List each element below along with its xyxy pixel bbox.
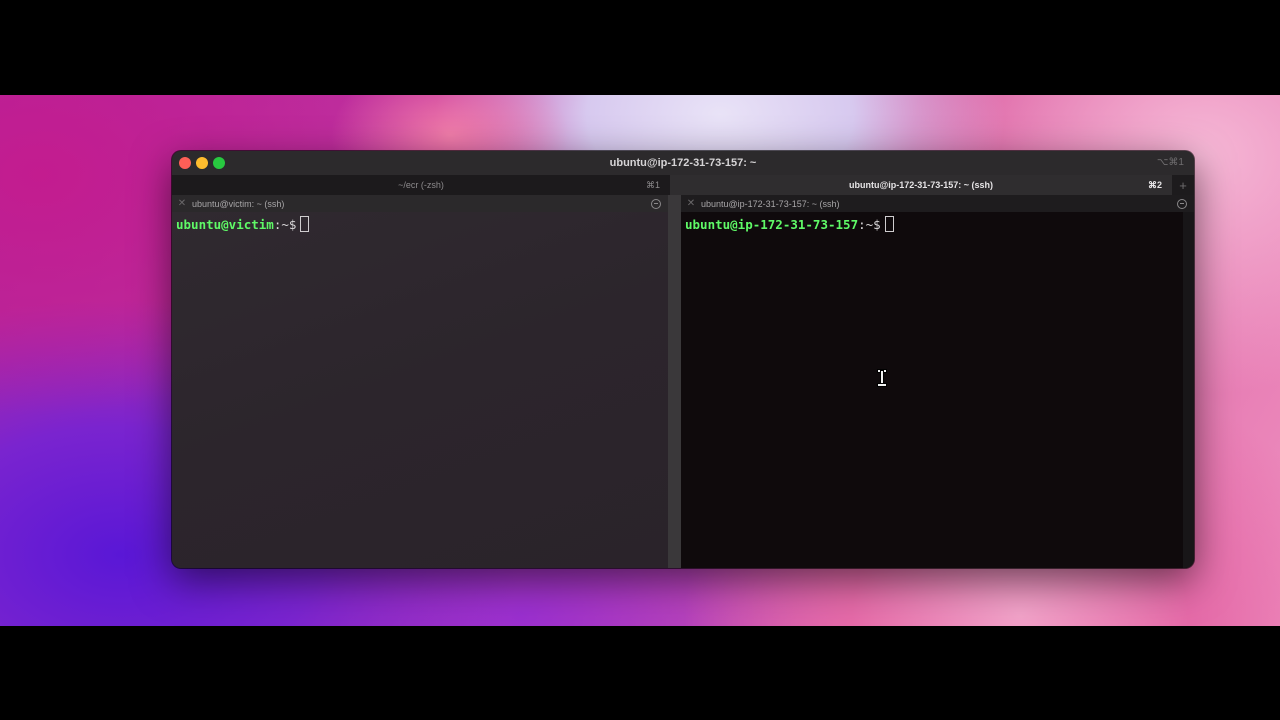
terminal-cursor <box>884 216 894 232</box>
title-bar[interactable]: ubuntu@ip-172-31-73-157: ~ ⌥⌘1 <box>172 151 1194 175</box>
pane-menu-icon[interactable] <box>651 198 661 209</box>
tab-bar: ~/ecr (-zsh) ⌘1 ubuntu@ip-172-31-73-157:… <box>172 175 1194 195</box>
new-tab-button[interactable]: + <box>1172 175 1194 195</box>
prompt-suffix: :~$ <box>273 216 297 232</box>
pane-scrollbar[interactable] <box>1183 212 1194 568</box>
prompt-user-host: ubuntu@ip-172-31-73-157 <box>685 216 859 232</box>
close-window-button[interactable] <box>179 157 191 169</box>
window-title: ubuntu@ip-172-31-73-157: ~ <box>609 157 757 169</box>
tab-label: ubuntu@ip-172-31-73-157: ~ (ssh) <box>848 180 994 190</box>
terminal-cursor <box>300 216 310 232</box>
tab-label: ~/ecr (-zsh) <box>398 180 444 190</box>
letterbox-top <box>0 0 1280 95</box>
split-pane-left[interactable]: ✕ ubuntu@victim: ~ (ssh) ubuntu@victim:~… <box>172 195 668 568</box>
traffic-lights <box>179 157 225 169</box>
pane-header: ✕ ubuntu@victim: ~ (ssh) <box>172 195 668 212</box>
pane-title: ubuntu@ip-172-31-73-157: ~ (ssh) <box>701 198 840 209</box>
close-pane-icon[interactable]: ✕ <box>681 198 701 209</box>
terminal-window: ubuntu@ip-172-31-73-157: ~ ⌥⌘1 ~/ecr (-z… <box>172 151 1194 568</box>
pane-header: ✕ ubuntu@ip-172-31-73-157: ~ (ssh) <box>681 195 1194 212</box>
shell-prompt[interactable]: ubuntu@victim:~$ <box>176 216 310 232</box>
close-pane-icon[interactable]: ✕ <box>172 198 192 209</box>
pane-divider[interactable] <box>668 195 681 568</box>
prompt-suffix: :~$ <box>858 216 881 232</box>
tab-zsh[interactable]: ~/ecr (-zsh) ⌘1 <box>172 175 670 195</box>
window-shortcut: ⌥⌘1 <box>1156 157 1184 168</box>
prompt-user-host: ubuntu@victim <box>176 216 274 232</box>
shell-prompt[interactable]: ubuntu@ip-172-31-73-157:~$ <box>685 216 894 232</box>
zoom-window-button[interactable] <box>213 157 225 169</box>
split-pane-right[interactable]: ✕ ubuntu@ip-172-31-73-157: ~ (ssh) ubunt… <box>681 195 1194 568</box>
tab-shortcut: ⌘1 <box>645 180 660 190</box>
tab-ssh-active[interactable]: ubuntu@ip-172-31-73-157: ~ (ssh) ⌘2 <box>670 175 1172 195</box>
letterbox-bottom <box>0 626 1280 720</box>
tab-shortcut: ⌘2 <box>1147 180 1162 190</box>
pane-menu-icon[interactable] <box>1177 198 1187 209</box>
ibeam-cursor-icon <box>877 370 887 386</box>
pane-title: ubuntu@victim: ~ (ssh) <box>192 198 285 209</box>
minimize-window-button[interactable] <box>196 157 208 169</box>
